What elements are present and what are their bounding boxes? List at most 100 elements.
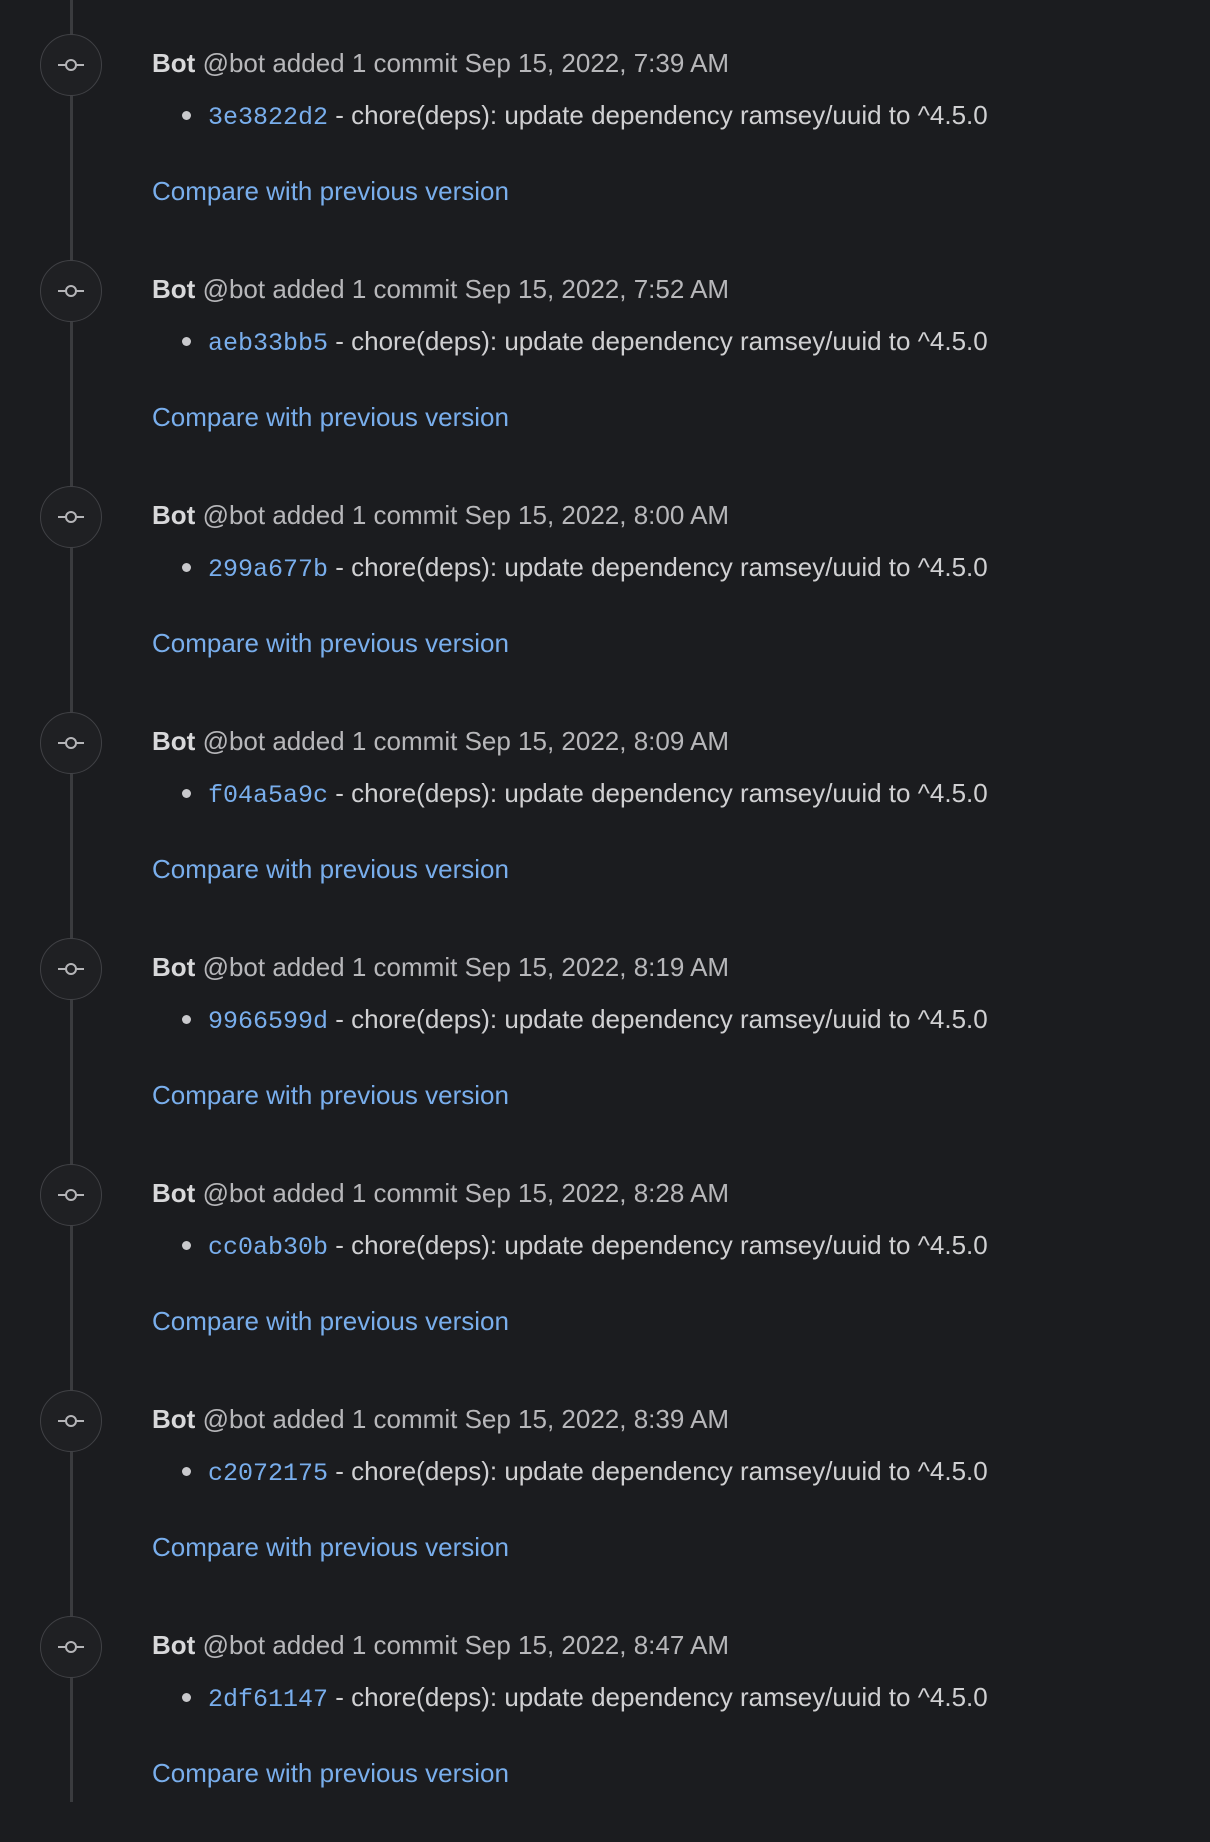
author-handle[interactable]: @bot (203, 274, 266, 304)
author-handle[interactable]: @bot (203, 1178, 266, 1208)
commit-message: - chore(deps): update dependency ramsey/… (328, 326, 988, 356)
commit-list-item: 3e3822d2 - chore(deps): update dependenc… (182, 100, 988, 133)
action-text: added 1 commit (272, 1630, 458, 1660)
entry-header: Bot @bot added 1 commit Sep 15, 2022, 7:… (152, 48, 729, 78)
timestamp: Sep 15, 2022, 8:47 AM (464, 1630, 730, 1660)
timestamp: Sep 15, 2022, 8:00 AM (464, 500, 730, 530)
author-handle[interactable]: @bot (203, 726, 266, 756)
entry-header: Bot @bot added 1 commit Sep 15, 2022, 8:… (152, 952, 729, 982)
commit-list-item: aeb33bb5 - chore(deps): update dependenc… (182, 326, 988, 359)
timeline-entry: Bot @bot added 1 commit Sep 15, 2022, 8:… (0, 1616, 1210, 1842)
timestamp: Sep 15, 2022, 8:09 AM (464, 726, 730, 756)
commit-badge (40, 938, 102, 1000)
commit-sha-link[interactable]: 299a677b (208, 555, 328, 584)
commit-sha-link[interactable]: 3e3822d2 (208, 103, 328, 132)
author-handle[interactable]: @bot (203, 952, 266, 982)
compare-with-previous-link[interactable]: Compare with previous version (152, 176, 509, 206)
commit-message: - chore(deps): update dependency ramsey/… (328, 778, 988, 808)
timeline-entry: Bot @bot added 1 commit Sep 15, 2022, 8:… (0, 938, 1210, 1164)
commit-message: - chore(deps): update dependency ramsey/… (328, 1004, 988, 1034)
bullet (182, 111, 191, 121)
commit-badge (40, 1390, 102, 1452)
commit-sha-link[interactable]: f04a5a9c (208, 781, 328, 810)
author-handle[interactable]: @bot (203, 1404, 266, 1434)
timeline-entry: Bot @bot added 1 commit Sep 15, 2022, 8:… (0, 1164, 1210, 1390)
entry-header: Bot @bot added 1 commit Sep 15, 2022, 8:… (152, 500, 729, 530)
action-text: added 1 commit (272, 952, 458, 982)
commit-sha-link[interactable]: aeb33bb5 (208, 329, 328, 358)
timeline-entry: Bot @bot added 1 commit Sep 15, 2022, 7:… (0, 260, 1210, 486)
commit-list-item: cc0ab30b - chore(deps): update dependenc… (182, 1230, 988, 1263)
commit-list-item: 299a677b - chore(deps): update dependenc… (182, 552, 988, 585)
action-text: added 1 commit (272, 726, 458, 756)
author-name[interactable]: Bot (152, 274, 195, 304)
author-handle[interactable]: @bot (203, 500, 266, 530)
commit-badge (40, 1164, 102, 1226)
entry-header: Bot @bot added 1 commit Sep 15, 2022, 8:… (152, 726, 729, 756)
author-name[interactable]: Bot (152, 726, 195, 756)
action-text: added 1 commit (272, 500, 458, 530)
timeline: Bot @bot added 1 commit Sep 15, 2022, 7:… (0, 34, 1210, 1842)
author-name[interactable]: Bot (152, 1178, 195, 1208)
commit-list-item: 2df61147 - chore(deps): update dependenc… (182, 1682, 988, 1715)
commit-icon (58, 1641, 84, 1653)
commit-icon (58, 737, 84, 749)
commit-message: - chore(deps): update dependency ramsey/… (328, 1456, 988, 1486)
commit-icon (58, 1415, 84, 1427)
bullet (182, 1015, 191, 1025)
action-text: added 1 commit (272, 1404, 458, 1434)
compare-with-previous-link[interactable]: Compare with previous version (152, 1080, 509, 1110)
timestamp: Sep 15, 2022, 7:52 AM (464, 274, 730, 304)
commit-badge (40, 486, 102, 548)
timestamp: Sep 15, 2022, 7:39 AM (464, 48, 730, 78)
bullet (182, 1241, 191, 1251)
commit-message: - chore(deps): update dependency ramsey/… (328, 1230, 988, 1260)
author-name[interactable]: Bot (152, 1404, 195, 1434)
timeline-entry: Bot @bot added 1 commit Sep 15, 2022, 8:… (0, 1390, 1210, 1616)
compare-with-previous-link[interactable]: Compare with previous version (152, 402, 509, 432)
entry-header: Bot @bot added 1 commit Sep 15, 2022, 8:… (152, 1178, 729, 1208)
commit-message: - chore(deps): update dependency ramsey/… (328, 1682, 988, 1712)
commit-icon (58, 511, 84, 523)
author-name[interactable]: Bot (152, 1630, 195, 1660)
action-text: added 1 commit (272, 274, 458, 304)
compare-with-previous-link[interactable]: Compare with previous version (152, 1758, 509, 1788)
bullet (182, 563, 191, 573)
commit-badge (40, 260, 102, 322)
commit-badge (40, 34, 102, 96)
timeline-entry: Bot @bot added 1 commit Sep 15, 2022, 8:… (0, 712, 1210, 938)
bullet (182, 1467, 191, 1477)
commit-sha-link[interactable]: cc0ab30b (208, 1233, 328, 1262)
commit-sha-link[interactable]: c2072175 (208, 1459, 328, 1488)
commit-icon (58, 59, 84, 71)
action-text: added 1 commit (272, 1178, 458, 1208)
compare-with-previous-link[interactable]: Compare with previous version (152, 1306, 509, 1336)
commit-list-item: f04a5a9c - chore(deps): update dependenc… (182, 778, 988, 811)
entry-header: Bot @bot added 1 commit Sep 15, 2022, 8:… (152, 1404, 729, 1434)
author-name[interactable]: Bot (152, 48, 195, 78)
compare-with-previous-link[interactable]: Compare with previous version (152, 628, 509, 658)
commit-sha-link[interactable]: 2df61147 (208, 1685, 328, 1714)
bullet (182, 1693, 191, 1703)
timestamp: Sep 15, 2022, 8:39 AM (464, 1404, 730, 1434)
timestamp: Sep 15, 2022, 8:28 AM (464, 1178, 730, 1208)
author-handle[interactable]: @bot (203, 1630, 266, 1660)
action-text: added 1 commit (272, 48, 458, 78)
entry-header: Bot @bot added 1 commit Sep 15, 2022, 7:… (152, 274, 729, 304)
bullet (182, 789, 191, 799)
bullet (182, 337, 191, 347)
commit-message: - chore(deps): update dependency ramsey/… (328, 100, 988, 130)
commit-list-item: 9966599d - chore(deps): update dependenc… (182, 1004, 988, 1037)
timeline-entry: Bot @bot added 1 commit Sep 15, 2022, 8:… (0, 486, 1210, 712)
entry-header: Bot @bot added 1 commit Sep 15, 2022, 8:… (152, 1630, 729, 1660)
commit-sha-link[interactable]: 9966599d (208, 1007, 328, 1036)
compare-with-previous-link[interactable]: Compare with previous version (152, 854, 509, 884)
commit-badge (40, 712, 102, 774)
compare-with-previous-link[interactable]: Compare with previous version (152, 1532, 509, 1562)
author-name[interactable]: Bot (152, 500, 195, 530)
author-name[interactable]: Bot (152, 952, 195, 982)
author-handle[interactable]: @bot (203, 48, 266, 78)
timeline-entry: Bot @bot added 1 commit Sep 15, 2022, 7:… (0, 34, 1210, 260)
timestamp: Sep 15, 2022, 8:19 AM (464, 952, 730, 982)
commit-message: - chore(deps): update dependency ramsey/… (328, 552, 988, 582)
